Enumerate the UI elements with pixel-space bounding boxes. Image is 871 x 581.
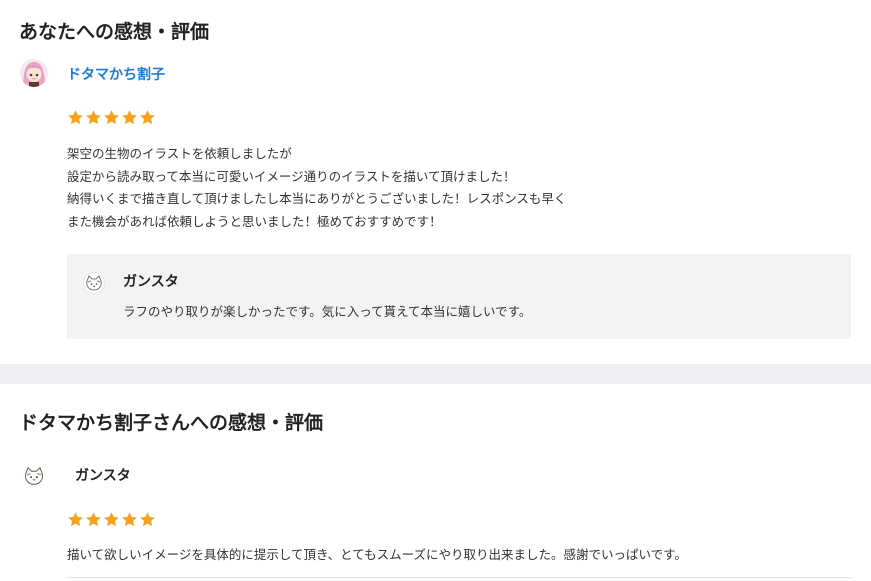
star-icon xyxy=(68,110,83,125)
star-icon xyxy=(68,512,83,527)
divider xyxy=(67,577,851,578)
rating-stars xyxy=(67,511,156,528)
reply-text: ラフのやり取りが楽しかったです。気に入って貰えて本当に嬉しいです。 xyxy=(123,304,532,319)
given-review-heading: ドタマかち割子さんへの感想・評価 xyxy=(19,412,324,434)
seller-reply: ガンスタ ラフのやり取りが楽しかったです。気に入って貰えて本当に嬉しいです。 xyxy=(67,254,851,339)
reviewer-name-link[interactable]: ドタマかち割子 xyxy=(67,64,165,84)
star-icon xyxy=(140,110,155,125)
review-comment-line: 設定から読み取って本当に可愛いイメージ通りのイラストを描いて頂けました！ xyxy=(67,168,516,184)
received-review-heading: あなたへの感想・評価 xyxy=(19,21,210,43)
received-review-section: あなたへの感想・評価 ドタマかち割子 架空の生物のイラストを依頼しましたが 設定… xyxy=(0,0,871,364)
star-icon xyxy=(86,110,101,125)
cat-sketch-avatar-icon[interactable] xyxy=(83,272,105,294)
star-icon xyxy=(104,110,119,125)
star-icon xyxy=(140,512,155,527)
star-icon xyxy=(122,110,137,125)
reviewer-name: ガンスタ xyxy=(75,468,131,484)
review-comment: 架空の生物のイラストを依頼しましたが 設定から読み取って本当に可愛いイメージ通り… xyxy=(67,143,566,233)
star-icon xyxy=(104,512,119,527)
star-icon xyxy=(122,512,137,527)
anime-girl-avatar-icon[interactable] xyxy=(20,59,48,87)
given-review-section: ドタマかち割子さんへの感想・評価 ガンスタ 描いて欲しいイメージを具体的に提示し… xyxy=(0,384,871,581)
review-comment-line: 架空の生物のイラストを依頼しましたが xyxy=(67,146,292,161)
review-comment: 描いて欲しいイメージを具体的に提示して頂き、とてもスムーズにやり取り出来ました。… xyxy=(67,547,687,562)
review-comment-line: 納得いくまで描き直して頂けましたし本当にありがとうございました！レスポンスも早く xyxy=(67,191,567,206)
rating-stars xyxy=(67,109,156,126)
section-separator xyxy=(0,364,871,384)
cat-sketch-avatar-icon[interactable] xyxy=(21,463,47,489)
reply-author-name: ガンスタ xyxy=(123,274,179,290)
star-icon xyxy=(86,512,101,527)
review-comment-line: また機会があれば依頼しようと思いました！極めておすすめです！ xyxy=(67,213,442,229)
